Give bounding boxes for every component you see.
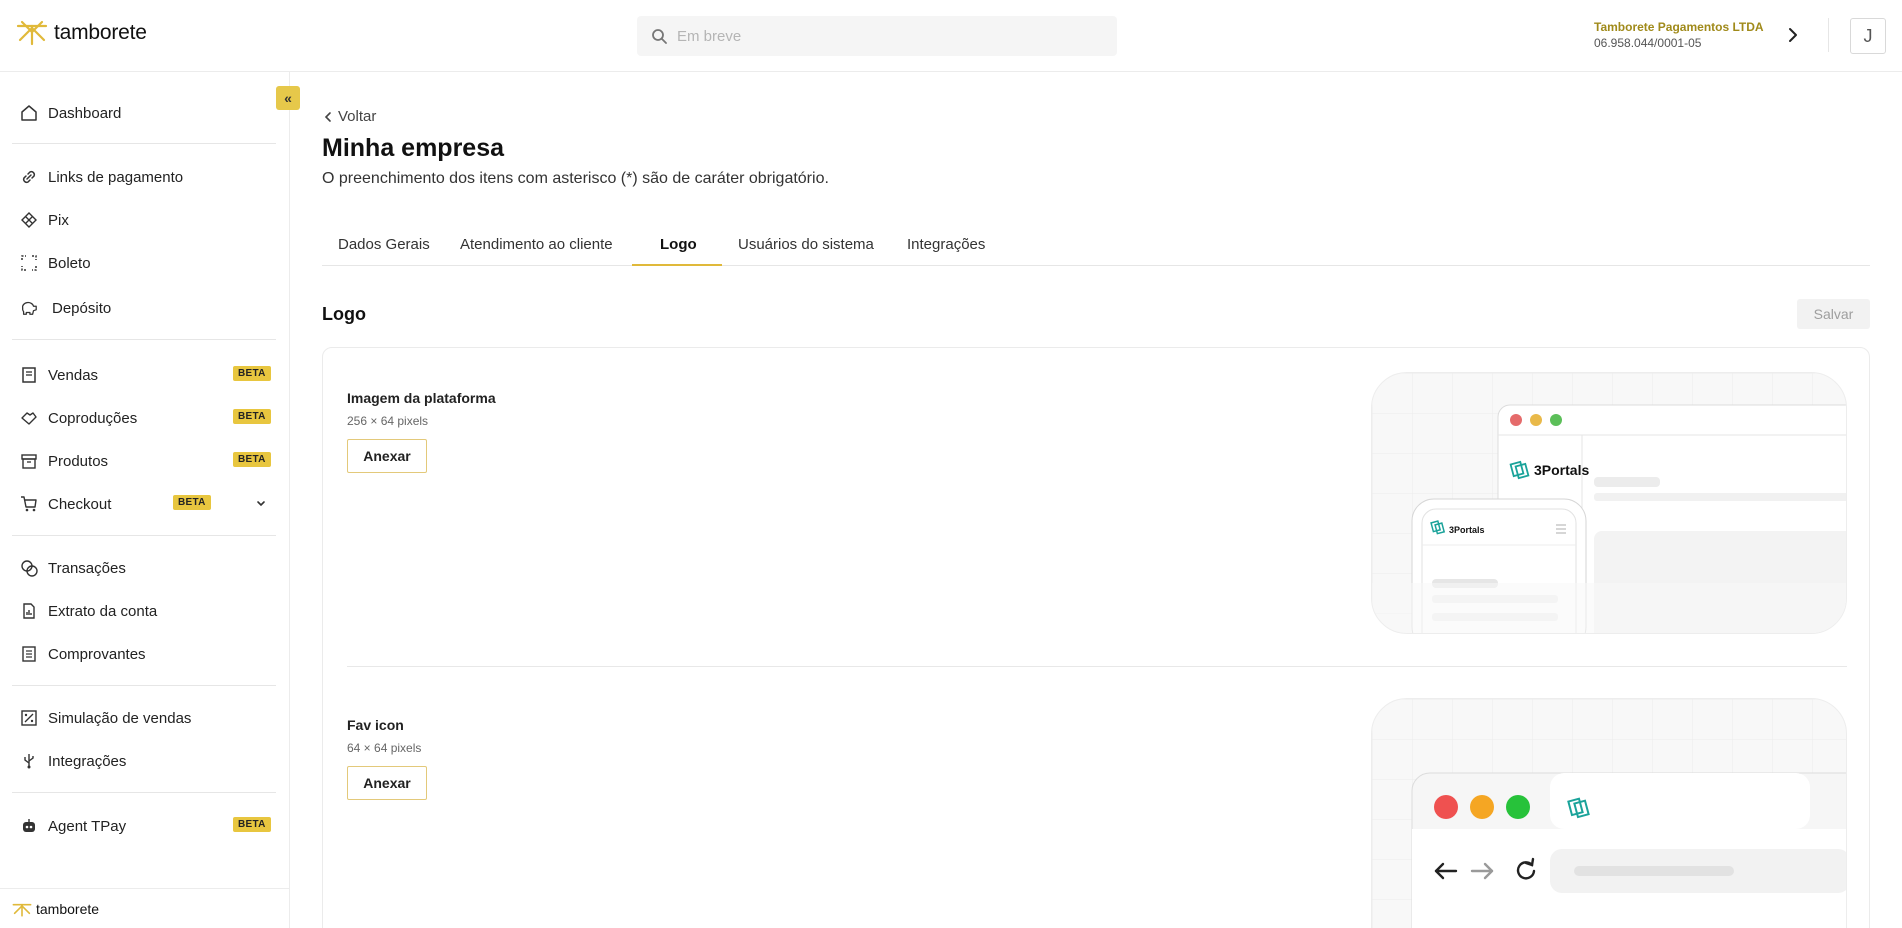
piggy-bank-icon xyxy=(20,299,38,317)
preview-brand-desktop: 3Portals xyxy=(1534,462,1589,478)
sidebar-item-label: Vendas xyxy=(48,366,99,384)
pix-icon xyxy=(20,211,38,229)
top-bar: tamborete Tamborete Pagamentos LTDA 06.9… xyxy=(0,0,1902,72)
sidebar-item-label: Depósito xyxy=(52,299,112,317)
sidebar-item-label: Integrações xyxy=(48,752,127,770)
sidebar-item-deposito[interactable]: Depósito xyxy=(20,296,270,320)
favicon-label: Fav icon xyxy=(347,717,404,733)
sidebar-divider xyxy=(12,143,276,144)
back-label: Voltar xyxy=(338,108,377,125)
section-title: Logo xyxy=(322,304,366,324)
tab-logo[interactable]: Logo xyxy=(660,236,697,253)
percent-icon xyxy=(20,709,38,727)
coins-icon xyxy=(20,559,38,577)
favicon-preview-illustration xyxy=(1372,699,1846,928)
sidebar-divider xyxy=(12,792,276,793)
sidebar-item-payment-links[interactable]: Links de pagamento xyxy=(20,165,270,189)
list-icon xyxy=(20,645,38,663)
brand-logo[interactable]: tamborete xyxy=(16,20,147,46)
chevron-left-icon xyxy=(324,111,331,122)
beta-badge: BETA xyxy=(173,495,211,510)
header-divider xyxy=(1828,18,1829,52)
sidebar-item-boleto[interactable]: Boleto xyxy=(20,251,270,275)
sidebar-item-dashboard[interactable]: Dashboard xyxy=(20,101,270,125)
page-subtitle: O preenchimento dos itens com asterisco … xyxy=(322,170,829,187)
company-switcher[interactable]: Tamborete Pagamentos LTDA 06.958.044/000… xyxy=(1594,20,1764,50)
tab-integracoes[interactable]: Integrações xyxy=(907,236,985,253)
chevron-right-icon[interactable] xyxy=(1784,26,1802,44)
favicon-size: 64 × 64 pixels xyxy=(347,741,422,755)
sidebar-item-label: Extrato da conta xyxy=(48,602,158,620)
sidebar-item-integracoes[interactable]: Integrações xyxy=(20,749,270,773)
company-name: Tamborete Pagamentos LTDA xyxy=(1594,20,1764,34)
receipt-icon xyxy=(20,366,38,384)
sidebar-item-label: Simulação de vendas xyxy=(48,709,192,727)
sidebar-item-pix[interactable]: Pix xyxy=(20,208,270,232)
search-input[interactable] xyxy=(677,27,1077,45)
chevron-down-icon[interactable] xyxy=(256,499,266,509)
sidebar-item-label: Pix xyxy=(48,211,69,229)
page-title: Minha empresa xyxy=(322,134,505,162)
beta-badge: BETA xyxy=(233,452,271,467)
usb-icon xyxy=(20,752,38,770)
logo-card: Imagem da plataforma 256 × 64 pixels Ane… xyxy=(322,347,1870,928)
platform-image-preview: 3Portals 3Portals xyxy=(1371,372,1847,634)
sidebar-divider xyxy=(12,535,276,536)
sidebar-item-label: Boleto xyxy=(48,254,91,272)
home-icon xyxy=(20,104,38,122)
back-link[interactable]: Voltar xyxy=(322,108,376,125)
sidebar-item-label: Agent TPay xyxy=(48,817,127,835)
platform-preview-illustration: 3Portals 3Portals xyxy=(1372,373,1846,633)
tab-bar: Dados Gerais Atendimento ao cliente Logo… xyxy=(322,222,1870,266)
save-button[interactable]: Salvar xyxy=(1797,299,1870,329)
user-avatar[interactable]: J xyxy=(1850,18,1886,54)
sidebar-item-simulacao[interactable]: Simulação de vendas xyxy=(20,706,270,730)
collapse-sidebar-button[interactable]: « xyxy=(276,86,300,110)
favicon-preview xyxy=(1371,698,1847,928)
sidebar-item-label: Checkout xyxy=(48,495,112,513)
platform-image-label: Imagem da plataforma xyxy=(347,390,496,406)
sidebar-item-label: Links de pagamento xyxy=(48,168,184,186)
tab-atendimento[interactable]: Atendimento ao cliente xyxy=(460,236,613,253)
beta-badge: BETA xyxy=(233,366,271,381)
sidebar-divider xyxy=(12,339,276,340)
sidebar-item-label: Transações xyxy=(48,559,126,577)
beta-badge: BETA xyxy=(233,409,271,424)
search-box[interactable] xyxy=(637,16,1117,56)
sidebar-divider xyxy=(12,685,276,686)
tamborete-logo-icon xyxy=(12,903,32,917)
sidebar-item-extrato[interactable]: Extrato da conta xyxy=(20,599,270,623)
beta-badge: BETA xyxy=(233,817,271,832)
sidebar-item-label: Comprovantes xyxy=(48,645,146,663)
card-divider xyxy=(347,666,1847,667)
search-icon xyxy=(652,29,667,44)
cart-icon xyxy=(20,495,38,513)
brand-name: tamborete xyxy=(54,21,147,44)
company-document: 06.958.044/0001-05 xyxy=(1594,36,1702,50)
tab-usuarios[interactable]: Usuários do sistema xyxy=(738,236,874,253)
sidebar-item-label: Produtos xyxy=(48,452,109,470)
sidebar-item-checkout[interactable]: Checkout xyxy=(20,492,270,516)
preview-brand-mobile: 3Portals xyxy=(1449,525,1485,535)
attach-favicon-button[interactable]: Anexar xyxy=(347,766,427,800)
archive-icon xyxy=(20,452,38,470)
bot-icon xyxy=(20,817,38,835)
sidebar-item-label: Dashboard xyxy=(48,104,122,122)
sidebar-footer-brand: tamborete xyxy=(0,888,290,928)
tamborete-logo-icon xyxy=(16,20,48,46)
tab-dados-gerais[interactable]: Dados Gerais xyxy=(338,236,430,253)
scan-icon xyxy=(20,254,38,272)
footer-brand-name: tamborete xyxy=(36,900,100,917)
sidebar-item-label: Coproduções xyxy=(48,409,138,427)
sidebar-item-comprovantes[interactable]: Comprovantes xyxy=(20,642,270,666)
platform-image-size: 256 × 64 pixels xyxy=(347,414,429,428)
attach-platform-image-button[interactable]: Anexar xyxy=(347,439,427,473)
sidebar-item-transacoes[interactable]: Transações xyxy=(20,556,270,580)
active-tab-indicator xyxy=(632,264,722,266)
link-icon xyxy=(20,168,38,186)
statement-icon xyxy=(20,602,38,620)
handshake-icon xyxy=(20,409,38,427)
